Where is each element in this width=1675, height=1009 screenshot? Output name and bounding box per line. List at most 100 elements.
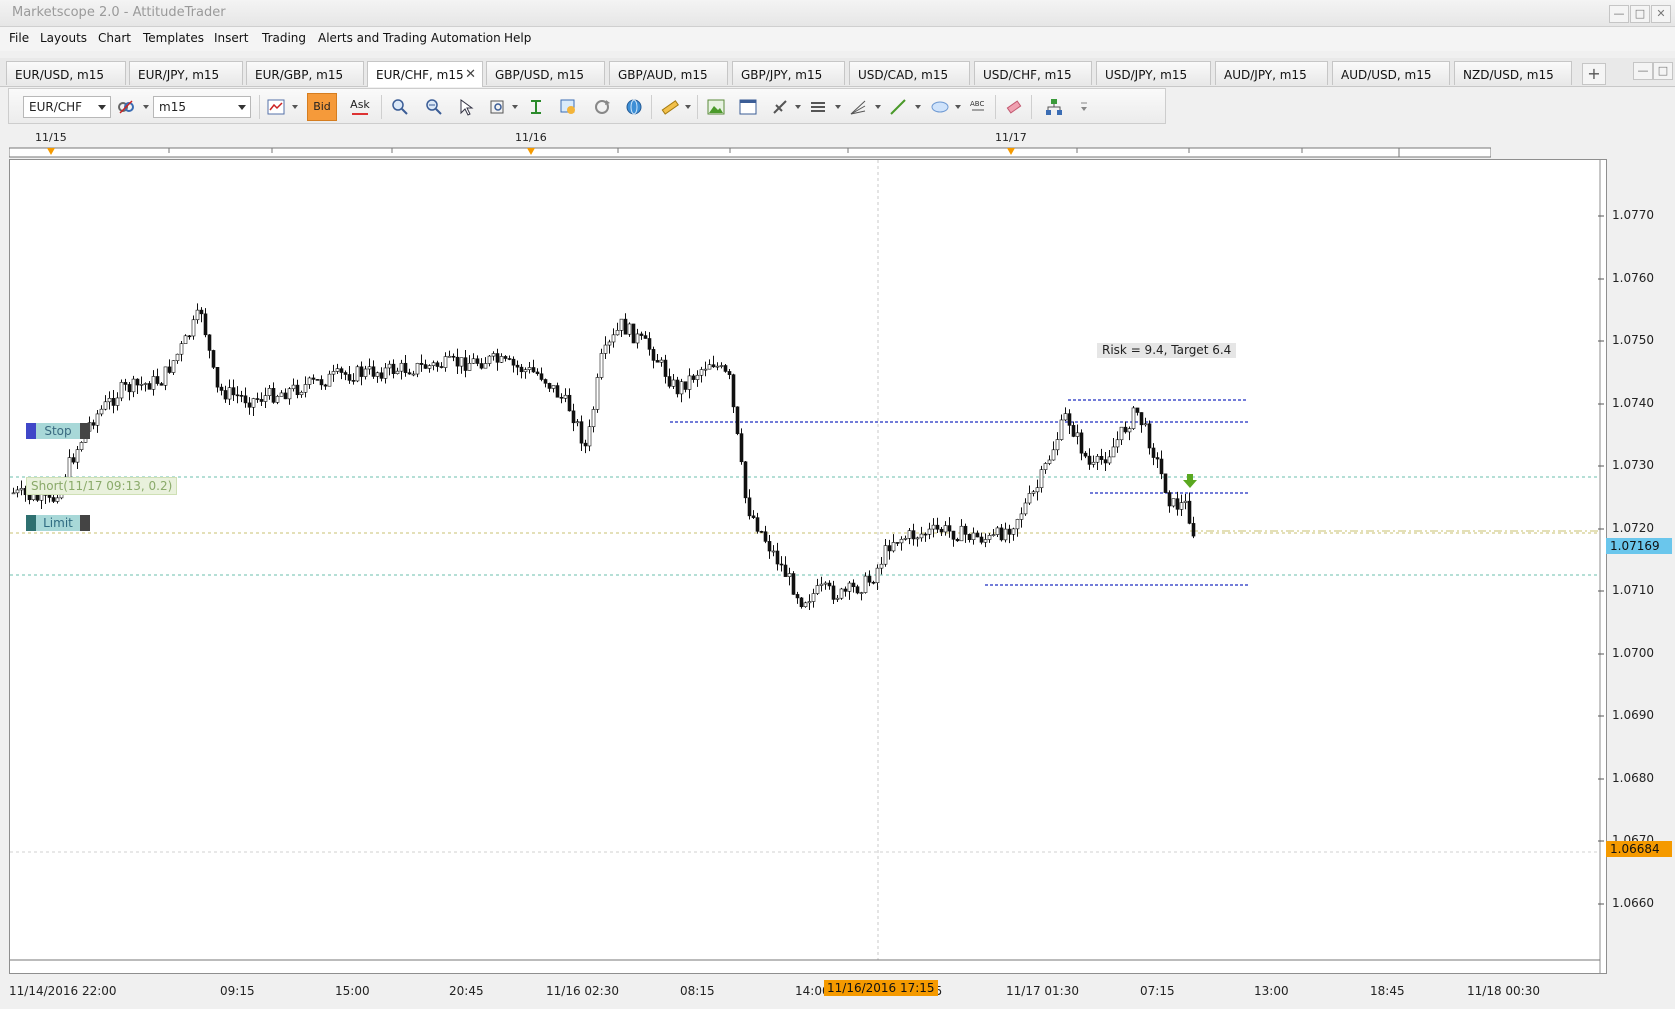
crosshair-icon[interactable] (559, 98, 577, 116)
limit-tag[interactable]: Limit (36, 515, 80, 531)
candle-body (1167, 492, 1172, 507)
trendline-dropdown-icon[interactable] (915, 105, 921, 109)
candle-body (259, 399, 264, 402)
chart-type-icon[interactable] (267, 98, 285, 116)
candle-body (95, 413, 100, 426)
candle-body (1071, 425, 1076, 437)
tab-minimize-icon[interactable]: — (1633, 62, 1653, 80)
add-tab-button[interactable]: + (1582, 63, 1606, 85)
tab-restore-icon[interactable]: □ (1653, 62, 1673, 80)
candle-body (275, 396, 280, 403)
candle-body (211, 350, 216, 368)
ruler-icon[interactable] (661, 98, 679, 116)
lines-dropdown-icon[interactable] (835, 105, 841, 109)
fan-dropdown-icon[interactable] (875, 105, 881, 109)
ask-button[interactable]: Ask (345, 93, 375, 121)
timeframe-select[interactable]: m15 (153, 96, 251, 118)
zoom-area-icon[interactable] (489, 98, 507, 116)
candle-body (659, 359, 664, 363)
x-axis-label: 20:45 (449, 984, 484, 998)
candle-body (1151, 447, 1156, 458)
price-chart[interactable] (10, 160, 1606, 973)
stop-handle[interactable] (26, 423, 36, 439)
limit-handle[interactable] (26, 515, 36, 531)
stop-tag[interactable]: Stop (36, 423, 80, 439)
candle-body (843, 588, 848, 592)
image-icon[interactable] (707, 98, 725, 116)
tab-gbpaud[interactable]: GBP/AUD, m15 (609, 61, 728, 85)
tab-usdjpy[interactable]: USD/JPY, m15 (1096, 61, 1211, 85)
candle-body (1027, 493, 1032, 504)
y-axis-label: 1.0740 (1612, 396, 1654, 410)
menu-templates[interactable]: Templates (143, 31, 204, 45)
indicators-icon[interactable] (771, 98, 789, 116)
chart-type-dropdown-icon[interactable] (292, 105, 298, 109)
candle-body (159, 383, 164, 386)
globe-icon[interactable] (625, 98, 643, 116)
trendline-icon[interactable] (889, 98, 907, 116)
text-label-icon[interactable]: ABC (969, 98, 987, 116)
timeframe-value: m15 (159, 100, 186, 114)
data-window-icon[interactable] (527, 98, 545, 116)
candle-body (271, 388, 276, 403)
tab-eurgbp[interactable]: EUR/GBP, m15 (246, 61, 364, 85)
menu-help[interactable]: Help (504, 31, 531, 45)
candle-body (523, 369, 528, 373)
refresh-icon[interactable] (593, 98, 611, 116)
eraser-icon[interactable] (1005, 98, 1023, 116)
candle-body (1067, 413, 1072, 426)
candle-body (55, 497, 60, 502)
lines-icon[interactable] (809, 98, 827, 116)
fan-icon[interactable] (849, 98, 867, 116)
menu-file[interactable]: File (9, 31, 29, 45)
tab-gbpusd[interactable]: GBP/USD, m15 (486, 61, 605, 85)
ellipse-dropdown-icon[interactable] (955, 105, 961, 109)
candle-body (1011, 528, 1016, 535)
instrument-select[interactable]: EUR/CHF (23, 96, 111, 118)
menu-insert[interactable]: Insert (214, 31, 248, 45)
tab-eurusd[interactable]: EUR/USD, m15 (6, 61, 126, 85)
tab-audusd[interactable]: AUD/USD, m15 (1332, 61, 1450, 85)
ellipse-icon[interactable] (931, 98, 949, 116)
tab-usdcad[interactable]: USD/CAD, m15 (849, 61, 970, 85)
tab-eurjpy[interactable]: EUR/JPY, m15 (129, 61, 243, 85)
candle-body (1191, 523, 1196, 537)
menu-trading[interactable]: Trading (262, 31, 306, 45)
menu-chart[interactable]: Chart (98, 31, 131, 45)
minimize-icon[interactable]: — (1609, 5, 1629, 23)
chart-window-icon[interactable] (739, 98, 757, 116)
tab-close-icon[interactable]: ✕ (465, 67, 476, 82)
close-icon[interactable]: ✕ (1651, 5, 1671, 23)
zoom-in-icon[interactable] (391, 98, 409, 116)
zoom-out-icon[interactable] (425, 98, 443, 116)
bid-button[interactable]: Bid (307, 93, 337, 121)
candle-body (771, 550, 776, 553)
tab-nzdusd[interactable]: NZD/USD, m15 (1454, 61, 1572, 85)
maximize-icon[interactable]: □ (1630, 5, 1650, 23)
candle-body (131, 378, 136, 393)
tab-eurchf[interactable]: EUR/CHF, m15 ✕ (367, 61, 483, 87)
ruler-dropdown-icon[interactable] (685, 105, 691, 109)
x-axis-label: 11/16 02:30 (546, 984, 619, 998)
link-icon[interactable] (117, 98, 135, 116)
cursor-icon[interactable] (457, 98, 475, 116)
tab-gbpjpy[interactable]: GBP/JPY, m15 (732, 61, 845, 85)
tab-usdchf[interactable]: USD/CHF, m15 (974, 61, 1092, 85)
link-dropdown-icon[interactable] (143, 105, 149, 109)
tab-audjpy[interactable]: AUD/JPY, m15 (1215, 61, 1328, 85)
toolbar-overflow-icon[interactable] (1079, 98, 1089, 116)
y-axis-label: 1.0730 (1612, 458, 1654, 472)
candle-body (911, 530, 916, 540)
zoom-dropdown-icon[interactable] (512, 105, 518, 109)
candle-body (555, 385, 560, 398)
candle-body (515, 364, 520, 368)
chart-area[interactable]: Stop Short(11/17 09:13, 0.2) Limit Risk … (9, 159, 1607, 974)
indicators-dropdown-icon[interactable] (795, 105, 801, 109)
candle-body (867, 575, 872, 583)
hierarchy-icon[interactable] (1045, 98, 1063, 116)
menu-alerts-trading-automation[interactable]: Alerts and Trading Automation (318, 31, 501, 45)
candle-body (139, 384, 144, 386)
menu-layouts[interactable]: Layouts (40, 31, 87, 45)
candle-body (623, 318, 628, 335)
short-position-tag[interactable]: Short(11/17 09:13, 0.2) (26, 477, 178, 495)
